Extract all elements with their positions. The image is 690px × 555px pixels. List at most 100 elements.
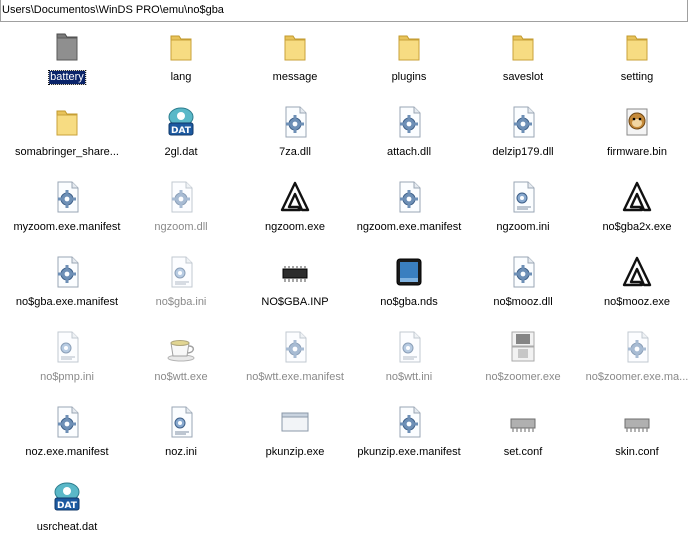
file-item[interactable]: attach.dll	[352, 105, 466, 180]
file-name: lang	[170, 71, 192, 83]
a-logo-icon	[622, 255, 652, 289]
file-name: no$gba.nds	[380, 296, 438, 308]
file-name: 2gl.dat	[164, 146, 198, 158]
file-name: usrcheat.dat	[36, 521, 98, 533]
file-name: no$wtt.ini	[385, 371, 433, 383]
chip-gray-icon	[622, 405, 652, 439]
window-exe-icon	[280, 405, 310, 439]
folder-icon	[394, 30, 424, 64]
ini-file-icon	[166, 405, 196, 439]
monkey-bin-icon	[622, 105, 652, 139]
file-name: NO$GBA.INP	[261, 296, 329, 308]
ds-console-icon	[508, 330, 538, 364]
dat-file-icon: DAT	[52, 480, 82, 514]
file-name: ngzoom.dll	[154, 221, 208, 233]
file-item[interactable]: ngzoom.exe	[238, 180, 352, 255]
file-name: message	[272, 71, 318, 83]
file-item[interactable]: delzip179.dll	[466, 105, 580, 180]
file-item[interactable]: no$mooz.exe	[580, 255, 690, 330]
address-bar[interactable]: Users\Documentos\WinDS PRO\emu\no$gba	[0, 0, 688, 22]
file-item[interactable]: no$wtt.ini	[352, 330, 466, 405]
dat-file-icon: DAT	[166, 105, 196, 139]
file-name: skin.conf	[615, 446, 659, 458]
file-item[interactable]: lang	[124, 30, 238, 105]
file-name: somabringer_share...	[15, 146, 119, 158]
file-name: no$mooz.dll	[493, 296, 553, 308]
file-item[interactable]: no$gba.exe.manifest	[10, 255, 124, 330]
file-item[interactable]: DAT usrcheat.dat	[10, 480, 124, 555]
file-item[interactable]: no$wtt.exe.manifest	[238, 330, 352, 405]
folder-icon	[622, 30, 652, 64]
settings-file-icon	[622, 330, 652, 364]
ini-file-icon	[52, 330, 82, 364]
file-name: plugins	[391, 71, 427, 83]
address-path: Users\Documentos\WinDS PRO\emu\no$gba	[2, 4, 224, 16]
file-name: no$mooz.exe	[603, 296, 671, 308]
file-item[interactable]: ngzoom.exe.manifest	[352, 180, 466, 255]
file-item[interactable]: setting	[580, 30, 690, 105]
file-item[interactable]: 7za.dll	[238, 105, 352, 180]
file-item[interactable]: DAT 2gl.dat	[124, 105, 238, 180]
file-name: no$gba.ini	[155, 296, 207, 308]
a-logo-icon	[280, 180, 310, 214]
folder-icon	[508, 30, 538, 64]
file-item[interactable]: no$wtt.exe	[124, 330, 238, 405]
file-name: setting	[620, 71, 654, 83]
file-item[interactable]: skin.conf	[580, 405, 690, 480]
file-name: no$zoomer.exe.ma...	[585, 371, 689, 383]
settings-file-icon	[280, 330, 310, 364]
file-item[interactable]: saveslot	[466, 30, 580, 105]
ini-file-icon	[394, 330, 424, 364]
file-name: pkunzip.exe.manifest	[357, 446, 461, 458]
svg-text:DAT: DAT	[171, 126, 192, 136]
file-item[interactable]: pkunzip.exe.manifest	[352, 405, 466, 480]
file-item[interactable]: no$gba2x.exe	[580, 180, 690, 255]
folder-icon	[52, 105, 82, 139]
file-item[interactable]: plugins	[352, 30, 466, 105]
file-item[interactable]: NO$GBA.INP	[238, 255, 352, 330]
file-item[interactable]: set.conf	[466, 405, 580, 480]
settings-file-icon	[52, 255, 82, 289]
file-item[interactable]: ngzoom.ini	[466, 180, 580, 255]
file-item[interactable]: no$gba.ini	[124, 255, 238, 330]
file-name: ngzoom.exe	[265, 221, 325, 233]
file-name: delzip179.dll	[492, 146, 554, 158]
file-name: no$wtt.exe.manifest	[246, 371, 344, 383]
file-item[interactable]: noz.exe.manifest	[10, 405, 124, 480]
file-item[interactable]: myzoom.exe.manifest	[10, 180, 124, 255]
settings-file-icon	[52, 180, 82, 214]
file-item[interactable]: no$zoomer.exe	[466, 330, 580, 405]
file-item[interactable]: no$pmp.ini	[10, 330, 124, 405]
file-name: noz.exe.manifest	[25, 446, 109, 458]
file-item[interactable]: firmware.bin	[580, 105, 690, 180]
file-name: no$gba2x.exe	[602, 221, 672, 233]
file-item[interactable]: message	[238, 30, 352, 105]
settings-file-icon	[166, 180, 196, 214]
file-item[interactable]: ngzoom.dll	[124, 180, 238, 255]
folder-icon	[280, 30, 310, 64]
file-name: no$zoomer.exe	[485, 371, 561, 383]
settings-file-icon	[394, 405, 424, 439]
file-name: 7za.dll	[279, 146, 311, 158]
file-item[interactable]: somabringer_share...	[10, 105, 124, 180]
file-item[interactable]: pkunzip.exe	[238, 405, 352, 480]
file-item[interactable]: no$mooz.dll	[466, 255, 580, 330]
settings-file-icon	[280, 105, 310, 139]
file-item[interactable]: no$gba.nds	[352, 255, 466, 330]
file-name: firmware.bin	[607, 146, 667, 158]
file-name: saveslot	[502, 71, 544, 83]
svg-text:DAT: DAT	[57, 501, 78, 511]
chip-gray-icon	[508, 405, 538, 439]
file-item[interactable]: noz.ini	[124, 405, 238, 480]
file-name: attach.dll	[386, 146, 432, 158]
file-name: ngzoom.ini	[496, 221, 550, 233]
settings-file-icon	[508, 255, 538, 289]
ini-file-icon	[166, 255, 196, 289]
file-name: no$wtt.exe	[154, 371, 208, 383]
ini-file-icon	[508, 180, 538, 214]
folder-icon	[166, 30, 196, 64]
file-item[interactable]: battery	[10, 30, 124, 105]
settings-file-icon	[52, 405, 82, 439]
file-item[interactable]: no$zoomer.exe.ma...	[580, 330, 690, 405]
folder-gray-icon	[52, 30, 82, 64]
